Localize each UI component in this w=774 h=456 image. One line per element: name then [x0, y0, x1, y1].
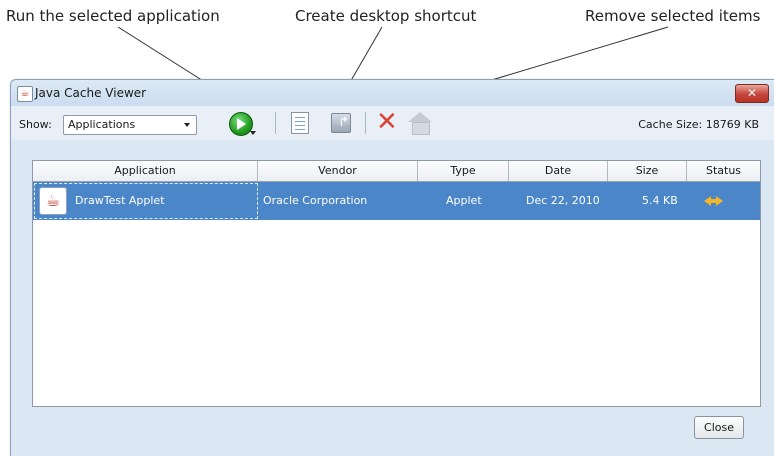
run-application-button[interactable] — [227, 110, 256, 136]
java-cache-viewer-window: ☕ Java Cache Viewer ✕ Show: Applications — [10, 79, 774, 456]
toolbar-separator — [365, 112, 366, 134]
document-details-icon — [291, 112, 309, 134]
table-header: Application Vendor Type Date Size Status — [33, 161, 760, 182]
toolbar-separator — [275, 112, 276, 134]
dropdown-arrow-icon[interactable] — [250, 131, 256, 135]
callout-remove-items: Remove selected items — [585, 7, 761, 25]
cache-table[interactable]: Application Vendor Type Date Size Status… — [32, 160, 761, 407]
remove-x-icon: ✕ — [376, 107, 398, 137]
close-button[interactable]: Close — [694, 416, 744, 439]
show-details-button[interactable] — [287, 110, 313, 136]
java-app-icon: ☕ — [17, 86, 33, 102]
table-row[interactable]: ☕ DrawTest Applet Oracle Corporation App… — [33, 182, 760, 220]
type-cell: Applet — [446, 194, 482, 207]
application-name: DrawTest Applet — [75, 194, 165, 207]
vendor-cell: Oracle Corporation — [263, 194, 368, 207]
show-select[interactable]: Applications — [63, 115, 197, 135]
toolbar: Show: Applications ↱ ✕ Cache Size: 18769… — [11, 106, 774, 140]
application-cell[interactable]: ☕ DrawTest Applet — [34, 183, 258, 219]
desktop-shortcut-icon: ↱ — [331, 113, 351, 133]
window-close-button[interactable]: ✕ — [735, 84, 769, 103]
chevron-down-icon — [184, 123, 190, 127]
column-header-vendor[interactable]: Vendor — [258, 161, 418, 181]
home-icon — [408, 112, 432, 122]
title-bar: ☕ Java Cache Viewer ✕ — [11, 80, 774, 106]
column-header-application[interactable]: Application — [33, 161, 258, 181]
callout-create-shortcut: Create desktop shortcut — [295, 7, 477, 25]
column-header-status[interactable]: Status — [687, 161, 760, 181]
column-header-date[interactable]: Date — [509, 161, 608, 181]
callout-run-application: Run the selected application — [6, 7, 220, 25]
show-select-value: Applications — [68, 118, 136, 131]
column-header-size[interactable]: Size — [608, 161, 687, 181]
cache-size-label: Cache Size: 18769 KB — [638, 118, 759, 131]
window-title: Java Cache Viewer — [35, 86, 147, 100]
size-cell: 5.4 KB — [642, 194, 678, 207]
remove-items-button[interactable]: ✕ — [375, 107, 401, 137]
column-header-type[interactable]: Type — [418, 161, 509, 181]
date-cell: Dec 22, 2010 — [526, 194, 600, 207]
java-applet-icon: ☕ — [39, 187, 67, 215]
show-label: Show: — [19, 118, 52, 131]
play-triangle-icon — [237, 118, 246, 130]
home-button[interactable] — [407, 110, 433, 136]
create-shortcut-button[interactable]: ↱ — [328, 110, 354, 136]
update-arrows-icon — [704, 196, 724, 206]
